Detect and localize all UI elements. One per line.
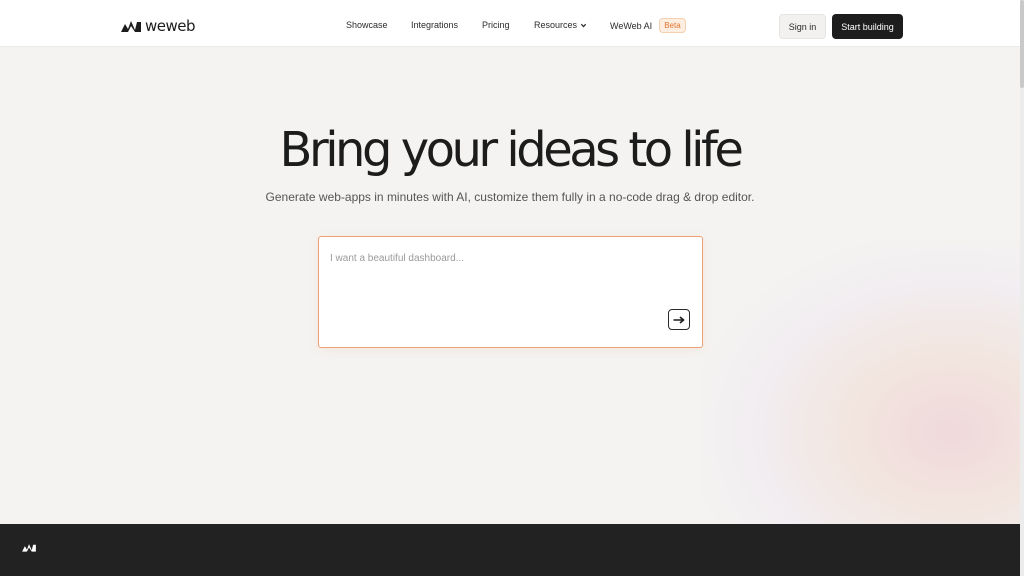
hero-subtitle: Generate web-apps in minutes with AI, cu… <box>265 190 755 204</box>
nav-weweb-ai[interactable]: WeWeb AI Beta <box>610 18 686 33</box>
chevron-down-icon <box>580 23 587 27</box>
nav-pricing[interactable]: Pricing <box>482 20 510 30</box>
background-glow <box>700 240 1020 560</box>
submit-prompt-button[interactable] <box>668 309 690 330</box>
start-building-button[interactable]: Start building <box>832 14 903 39</box>
beta-badge: Beta <box>659 18 686 33</box>
prompt-box <box>318 236 703 348</box>
weweb-logo-icon <box>22 543 36 552</box>
dark-section <box>0 524 1020 576</box>
page-scrollbar[interactable] <box>1020 0 1024 576</box>
sign-in-button[interactable]: Sign in <box>779 14 826 39</box>
hero-title: Bring your ideas to life <box>279 122 744 178</box>
nav-resources-label: Resources <box>534 20 578 30</box>
nav-resources[interactable]: Resources <box>534 20 587 30</box>
scrollbar-thumb[interactable] <box>1020 0 1024 88</box>
chat-launcher-button[interactable] <box>12 532 46 562</box>
arrow-right-icon <box>673 315 685 324</box>
page: weweb Showcase Integrations Pricing Reso… <box>0 0 1020 576</box>
site-header: weweb Showcase Integrations Pricing Reso… <box>0 0 1020 47</box>
nav-integrations[interactable]: Integrations <box>411 20 458 30</box>
nav-weweb-ai-label: WeWeb AI <box>610 20 653 31</box>
nav-showcase[interactable]: Showcase <box>346 20 388 30</box>
prompt-input[interactable] <box>330 248 660 268</box>
